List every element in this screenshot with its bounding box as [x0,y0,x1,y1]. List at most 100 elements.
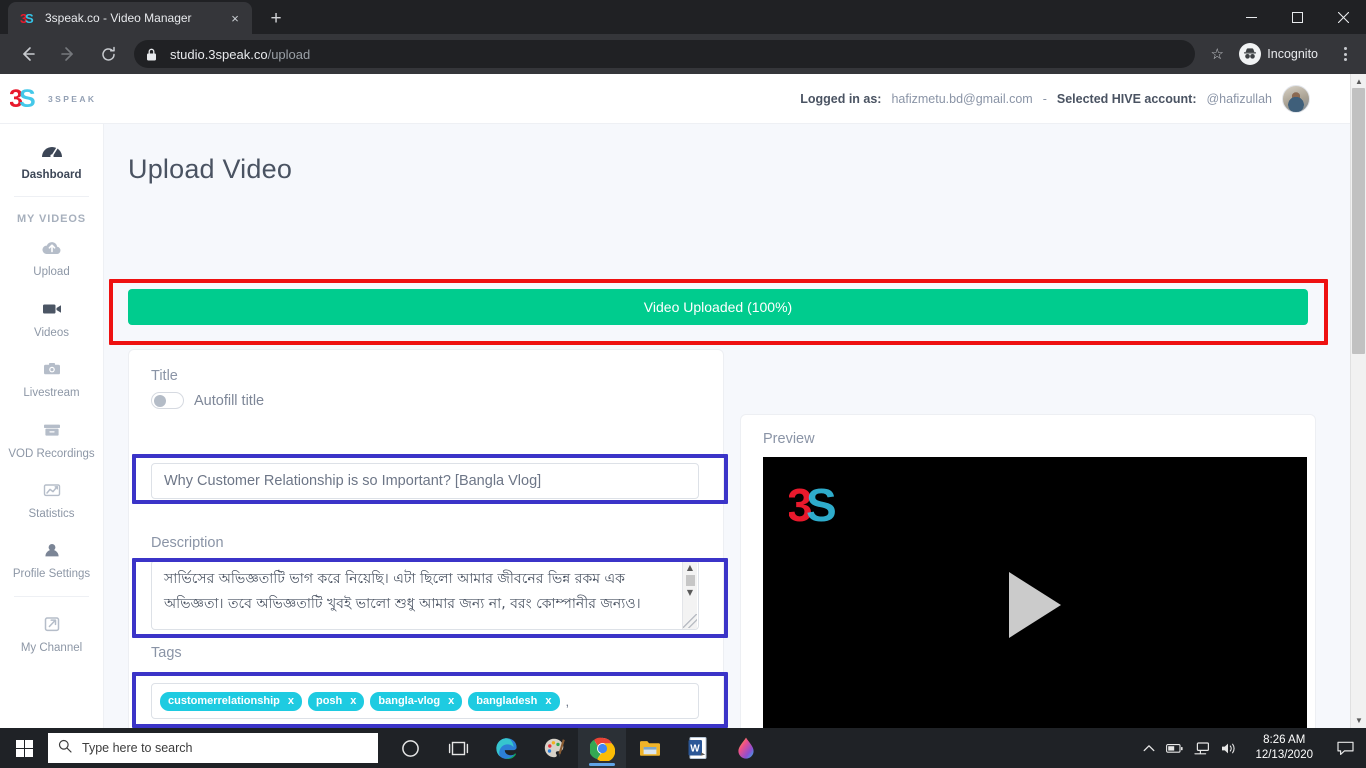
incognito-profile-button[interactable]: Incognito [1235,40,1330,68]
sidebar-item-label: Dashboard [21,169,82,181]
sidebar-group-label: MY VIDEOS [16,213,87,226]
browser-tab[interactable]: 3 S 3speak.co - Video Manager × [8,2,252,34]
svg-text:S: S [806,481,837,531]
user-icon [41,539,63,561]
sidebar-item-label: My Channel [20,641,83,654]
sidebar-item-vod-recordings[interactable]: VOD Recordings [0,409,103,469]
scroll-up-icon[interactable]: ▲ [1351,74,1366,89]
video-player[interactable]: 3 S [763,457,1307,728]
video-camera-icon [41,298,63,320]
sidebar-item-livestream[interactable]: Livestream [0,348,103,408]
chart-line-icon [41,479,63,501]
browser-window: 3 S 3speak.co - Video Manager × + studio… [0,0,1366,768]
paint-net-icon[interactable] [722,728,770,768]
taskbar-search-input[interactable]: Type here to search [48,733,378,763]
minimize-button[interactable] [1228,0,1274,34]
camera-icon [41,358,63,380]
svg-text:W: W [690,743,700,754]
action-center-icon[interactable] [1330,728,1360,768]
sidebar-item-videos[interactable]: Videos [0,288,103,348]
scroll-up-icon[interactable]: ▲ [687,562,693,574]
sidebar-item-profile-settings[interactable]: Profile Settings [0,529,103,589]
svg-text:S: S [25,11,34,26]
close-window-button[interactable] [1320,0,1366,34]
play-icon[interactable] [1009,571,1061,638]
cortana-icon[interactable] [386,728,434,768]
hive-account-label: Selected HIVE account: [1056,91,1197,106]
hive-account-name: @hafizullah [1206,91,1272,106]
remove-tag-icon[interactable]: x [448,695,454,707]
site-header: 3 S 3SPEAK Logged in as: hafizmetu.bd@gm… [0,74,1350,124]
tag-chip[interactable]: posh x [307,691,365,711]
preview-card: Preview 3 S [740,414,1316,728]
maximize-button[interactable] [1274,0,1320,34]
incognito-label: Incognito [1267,47,1318,61]
title-input[interactable]: Why Customer Relationship is so Importan… [151,463,699,499]
scrollbar-thumb[interactable] [685,575,695,586]
new-tab-button[interactable]: + [262,4,290,32]
url-path: /upload [267,46,311,62]
google-chrome-icon[interactable] [578,728,626,768]
kebab-menu-icon[interactable] [1332,39,1358,69]
resize-grip-icon[interactable] [683,614,697,628]
svg-text:S: S [19,85,36,113]
windows-taskbar: Type here to search W 8:26 AM 12/13/2020 [0,728,1366,768]
main-content: Upload Video Video Uploaded (100%) Title… [104,124,1350,728]
sidebar-item-upload[interactable]: Upload [0,227,103,287]
title-input-value: Why Customer Relationship is so Importan… [164,473,542,489]
avatar[interactable] [1282,84,1310,113]
remove-tag-icon[interactable]: x [288,695,294,707]
logged-in-label: Logged in as: [800,91,882,106]
battery-icon[interactable] [1166,743,1184,754]
3speak-logo-icon: 3 S [20,10,36,26]
description-textarea[interactable]: সার্ভিসের অভিজ্ঞতাটি ভাগ করে নিয়েছি। এট… [151,560,699,630]
sidebar-item-dashboard[interactable]: Dashboard [0,130,103,190]
tags-input[interactable]: customerrelationship x posh x bangla-vlo… [151,683,699,719]
tag-chip[interactable]: customerrelationship x [160,691,302,711]
microsoft-word-icon[interactable]: W [674,728,722,768]
taskbar-clock[interactable]: 8:26 AM 12/13/2020 [1249,733,1319,763]
site-logo[interactable]: 3 S 3SPEAK [0,85,104,113]
network-icon[interactable] [1194,741,1210,755]
title-label: Title [151,368,178,384]
scroll-down-icon[interactable]: ▼ [1351,713,1366,728]
autofill-title-toggle[interactable] [151,392,184,409]
remove-tag-icon[interactable]: x [350,695,356,707]
external-link-icon [41,613,63,635]
account-info: Logged in as: hafizmetu.bd@gmail.com - S… [800,84,1350,113]
tags-label: Tags [151,645,182,661]
sidebar-item-label: Profile Settings [12,568,91,581]
sidebar-item-label: Statistics [28,507,75,520]
autofill-title-label: Autofill title [194,392,265,409]
close-icon[interactable]: × [226,9,244,27]
autofill-title-row[interactable]: Autofill title [129,392,723,409]
sidebar-divider [14,595,89,597]
file-explorer-icon[interactable] [626,728,674,768]
page-title: Upload Video [128,154,293,184]
address-bar-url: studio.3speak.co/upload [170,47,310,62]
taskbar-search-placeholder: Type here to search [82,741,193,755]
page-scrollbar[interactable]: ▲ ▼ [1350,74,1366,728]
paint-3d-icon[interactable] [530,728,578,768]
address-bar[interactable]: studio.3speak.co/upload [134,40,1196,68]
tab-strip: 3 S 3speak.co - Video Manager × + [0,0,1366,34]
account-email: hafizmetu.bd@gmail.com [891,91,1033,106]
tag-chip[interactable]: bangla-vlog x [370,691,463,711]
cloud-upload-icon [41,237,63,259]
tag-chip[interactable]: bangladesh x [468,691,560,711]
scroll-down-icon[interactable]: ▼ [687,587,693,599]
back-icon[interactable] [13,39,43,69]
task-view-icon[interactable] [434,728,482,768]
show-hidden-icons-icon[interactable] [1143,744,1155,753]
reload-icon[interactable] [93,39,123,69]
sidebar-item-statistics[interactable]: Statistics [0,469,103,529]
bookmark-star-icon[interactable]: ☆ [1203,45,1231,63]
forward-icon[interactable] [53,39,83,69]
remove-tag-icon[interactable]: x [545,695,551,707]
microsoft-edge-icon[interactable] [482,728,530,768]
windows-start-icon[interactable] [0,728,48,768]
scrollbar-thumb[interactable] [1352,88,1365,354]
sidebar: Dashboard MY VIDEOS Upload Videos Livest… [0,124,104,728]
sidebar-item-my-channel[interactable]: My Channel [0,603,103,663]
volume-icon[interactable] [1221,742,1238,755]
